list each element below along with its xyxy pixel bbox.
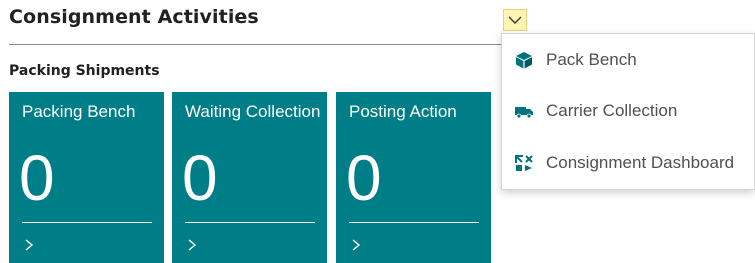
actions-dropdown-button[interactable]	[503, 9, 527, 31]
tile-count: 0	[182, 142, 218, 214]
tile-packing-bench[interactable]: Packing Bench 0	[9, 92, 164, 263]
header-divider	[9, 44, 502, 45]
truck-icon	[515, 107, 533, 119]
dashboard-arrows-icon	[515, 155, 533, 171]
tile-divider	[22, 222, 152, 223]
menu-item-carrier-collection[interactable]: Carrier Collection	[502, 89, 754, 133]
actions-dropdown-menu: Pack Bench Carrier Collection Consignmen…	[501, 33, 755, 190]
package-icon	[516, 52, 532, 69]
tile-waiting-collection[interactable]: Waiting Collection 0	[172, 92, 327, 263]
chevron-right-icon[interactable]	[350, 238, 362, 252]
tile-label: Packing Bench	[22, 102, 136, 121]
chevron-right-icon[interactable]	[23, 238, 35, 252]
tile-count: 0	[346, 142, 382, 214]
tile-divider	[185, 222, 315, 223]
menu-item-label: Pack Bench	[546, 50, 637, 69]
chevron-down-icon	[508, 16, 522, 24]
chevron-right-icon[interactable]	[186, 238, 198, 252]
tile-divider	[349, 222, 479, 223]
menu-item-label: Consignment Dashboard	[546, 153, 735, 172]
tile-label: Waiting Collection	[185, 102, 321, 121]
menu-item-consignment-dashboard[interactable]: Consignment Dashboard	[502, 141, 754, 185]
menu-item-pack-bench[interactable]: Pack Bench	[502, 38, 754, 82]
tile-posting-action[interactable]: Posting Action 0	[336, 92, 491, 263]
section-title: Packing Shipments	[9, 63, 160, 79]
page-title: Consignment Activities	[9, 6, 259, 28]
tile-label: Posting Action	[349, 102, 457, 121]
tile-count: 0	[19, 142, 55, 214]
menu-item-label: Carrier Collection	[546, 101, 678, 120]
